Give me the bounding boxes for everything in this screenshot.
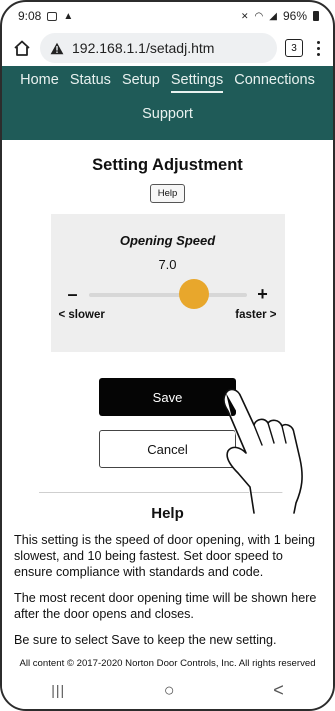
setting-panel: Opening Speed 7.0 – + < slower faster >: [50, 214, 285, 352]
address-bar[interactable]: 192.168.1.1/setadj.htm: [40, 33, 277, 63]
help-text: This setting is the speed of door openin…: [2, 532, 333, 648]
more-menu-icon[interactable]: [311, 40, 325, 56]
help-paragraph: The most recent door opening time will b…: [14, 591, 317, 621]
nav-settings[interactable]: Settings: [170, 72, 224, 93]
increase-button[interactable]: +: [257, 284, 269, 305]
battery-percent: 96%: [282, 9, 307, 23]
nav-home[interactable]: Home: [20, 72, 59, 93]
help-paragraph: This setting is the speed of door openin…: [14, 533, 316, 579]
gallery-icon: [47, 11, 58, 21]
notification-icon: ▲: [63, 10, 74, 22]
mute-icon: ✕: [240, 10, 249, 21]
home-icon[interactable]: [12, 38, 32, 58]
page-title: Setting Adjustment: [92, 156, 243, 174]
slower-label: < slower: [58, 309, 105, 321]
back-icon[interactable]: <: [273, 680, 284, 701]
nav-support[interactable]: Support: [142, 106, 193, 122]
setting-value: 7.0: [158, 257, 177, 272]
url-text: 192.168.1.1/setadj.htm: [72, 40, 215, 56]
signal-icon: ◢: [269, 10, 277, 22]
faster-label: faster >: [235, 309, 277, 321]
status-bar: 9:08 ▲ ✕ ◠ ◢ 96%: [2, 2, 333, 30]
phone-screen: 9:08 ▲ ✕ ◠ ◢ 96% 192.168.1.1/setadj.htm …: [0, 0, 335, 711]
nav-setup[interactable]: Setup: [122, 72, 160, 93]
help-button[interactable]: Help: [149, 184, 186, 203]
home-button-icon[interactable]: ○: [164, 680, 175, 701]
browser-toolbar: 192.168.1.1/setadj.htm 3: [2, 30, 333, 66]
wifi-icon: ◠: [254, 10, 264, 22]
speed-slider[interactable]: [88, 278, 247, 309]
status-time: 9:08: [18, 9, 42, 23]
pointing-hand-illustration: [223, 388, 303, 514]
slider-thumb[interactable]: [178, 278, 209, 309]
recents-icon[interactable]: |||: [51, 682, 65, 698]
nav-connections[interactable]: Connections: [234, 72, 315, 93]
setting-label: Opening Speed: [119, 233, 216, 248]
nav-status[interactable]: Status: [70, 72, 111, 93]
tab-switcher-button[interactable]: 3: [285, 39, 303, 57]
warning-icon: [50, 42, 64, 54]
android-nav-bar: ||| ○ <: [2, 671, 333, 709]
battery-icon: [313, 11, 319, 21]
site-nav: Home Status Setup Settings Connections S…: [2, 66, 333, 140]
help-paragraph: Be sure to select Save to keep the new s…: [14, 633, 277, 647]
decrease-button[interactable]: –: [67, 284, 79, 305]
